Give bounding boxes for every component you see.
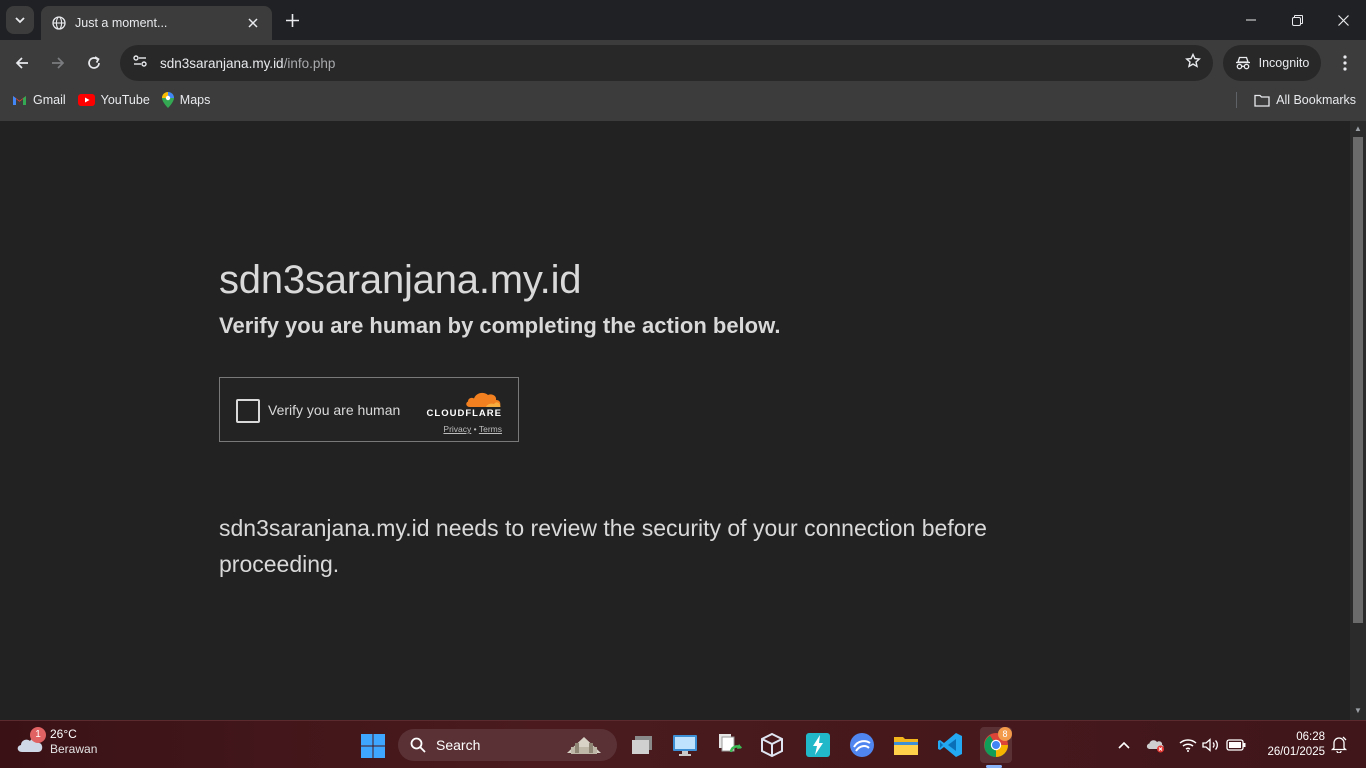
scroll-down-arrow-icon[interactable]: ▼: [1353, 706, 1363, 716]
weather-condition: Berawan: [50, 742, 98, 756]
file-sync-icon[interactable]: [716, 731, 744, 759]
incognito-icon: [1235, 56, 1250, 70]
toolbar: sdn3saranjana.my.id/info.php Incognito: [0, 40, 1366, 86]
notification-bell-icon[interactable]: [1330, 735, 1348, 754]
minimize-icon: [1246, 19, 1256, 21]
url-path: /info.php: [283, 55, 336, 71]
minimize-button[interactable]: [1231, 6, 1271, 34]
battery-icon[interactable]: [1225, 733, 1247, 757]
cloudflare-wordmark: CLOUDFLARE: [426, 408, 502, 419]
weather-badge: 1: [30, 727, 46, 743]
bookmark-label: YouTube: [100, 93, 150, 107]
bookmark-maps[interactable]: Maps: [161, 92, 211, 108]
site-title: sdn3saranjana.my.id: [219, 258, 582, 302]
wifi-icon[interactable]: [1178, 733, 1198, 757]
incognito-label: Incognito: [1258, 56, 1310, 70]
search-highlight-icon: [567, 737, 601, 754]
browser-menu-button[interactable]: [1331, 49, 1359, 77]
reload-icon: [88, 56, 100, 69]
more-vertical-icon: [1343, 55, 1347, 71]
address-bar[interactable]: sdn3saranjana.my.id/info.php: [120, 45, 1213, 81]
link-separator: •: [473, 424, 477, 434]
bookmark-gmail[interactable]: Gmail: [12, 93, 66, 107]
gmail-icon: [13, 96, 26, 105]
reload-button[interactable]: [80, 49, 108, 77]
incognito-indicator[interactable]: Incognito: [1223, 45, 1321, 81]
bookmark-youtube[interactable]: YouTube: [77, 93, 150, 107]
task-view-icon[interactable]: [628, 731, 656, 759]
weather-widget[interactable]: 1 26°C Berawan: [16, 727, 97, 757]
cloud-offline-icon[interactable]: [1145, 733, 1167, 757]
weather-text: 26°C Berawan: [50, 727, 97, 757]
windows-start-icon[interactable]: [360, 733, 386, 759]
system-clock[interactable]: 06:28 26/01/2025: [1255, 730, 1325, 760]
verify-checkbox[interactable]: [236, 399, 260, 423]
close-tab-icon[interactable]: [244, 14, 262, 32]
youtube-icon: [77, 94, 95, 106]
security-message: sdn3saranjana.my.id needs to review the …: [219, 515, 987, 577]
cloudflare-cloud-icon: [466, 392, 501, 407]
clock-time: 06:28: [1296, 731, 1325, 743]
bookmarks-divider: [1236, 92, 1237, 108]
clock-date: 26/01/2025: [1267, 746, 1325, 758]
challenge-header: sdn3saranjana.my.id Verify you are human…: [219, 258, 781, 339]
virtualbox-icon[interactable]: [758, 731, 786, 759]
remote-desktop-icon[interactable]: [671, 731, 699, 759]
lightning-app-icon[interactable]: [804, 731, 832, 759]
taskbar-search-box[interactable]: Search: [398, 729, 617, 761]
weather-temp: 26°C: [50, 727, 77, 741]
tab-strip: Just a moment...: [0, 0, 1366, 40]
scroll-up-arrow-icon[interactable]: ▲: [1353, 124, 1363, 134]
url-host: sdn3saranjana.my.id: [160, 55, 284, 71]
forward-button[interactable]: [44, 49, 72, 77]
terms-link[interactable]: Terms: [479, 424, 502, 434]
browser-chrome: Just a moment... sdn3saranjana.my.id/inf…: [0, 0, 1366, 121]
new-tab-button[interactable]: [280, 8, 304, 32]
back-button[interactable]: [8, 49, 36, 77]
verify-label[interactable]: Verify you are human: [268, 402, 400, 418]
chevron-up-icon[interactable]: [1114, 733, 1134, 757]
windows-taskbar: 1 26°C Berawan Search 8 06:28 26/01/2025: [0, 720, 1366, 768]
close-window-button[interactable]: [1323, 6, 1363, 34]
restore-button[interactable]: [1277, 6, 1317, 34]
turnstile-widget: Verify you are human CLOUDFLARE Privacy …: [219, 377, 519, 442]
all-bookmarks-label: All Bookmarks: [1276, 93, 1356, 107]
bookmarks-bar: Gmail YouTube Maps All Bookmarks: [0, 86, 1366, 114]
network-app-icon[interactable]: [848, 731, 876, 759]
search-label: Search: [436, 737, 481, 753]
arrow-right-icon: [52, 57, 65, 69]
globe-icon: [51, 15, 67, 31]
url-text[interactable]: sdn3saranjana.my.id/info.php: [160, 56, 1185, 71]
widget-links: Privacy • Terms: [426, 424, 502, 434]
all-bookmarks-button[interactable]: All Bookmarks: [1254, 86, 1356, 114]
privacy-link[interactable]: Privacy: [443, 424, 471, 434]
arrow-left-icon: [15, 57, 28, 69]
chevron-down-icon: [15, 17, 25, 24]
bookmark-star-icon[interactable]: [1185, 52, 1201, 74]
challenge-headline: Verify you are human by completing the a…: [219, 313, 781, 338]
chrome-badge: 8: [998, 727, 1012, 741]
vscode-icon[interactable]: [936, 731, 964, 759]
close-icon: [1337, 14, 1349, 26]
tab-title: Just a moment...: [75, 16, 168, 30]
folder-icon: [1254, 94, 1270, 107]
search-icon: [410, 737, 426, 753]
tab-search-button[interactable]: [6, 6, 34, 34]
page-scrollbar[interactable]: ▲ ▼: [1350, 121, 1366, 720]
bookmark-label: Maps: [179, 93, 211, 107]
restore-icon: [1291, 14, 1303, 26]
volume-icon[interactable]: [1201, 733, 1221, 757]
tab-active[interactable]: Just a moment...: [41, 6, 272, 40]
plus-icon: [285, 13, 299, 27]
scrollbar-thumb[interactable]: [1353, 137, 1363, 623]
site-info-icon[interactable]: [132, 53, 148, 74]
page-viewport: [0, 121, 1350, 720]
maps-pin-icon: [161, 92, 174, 108]
bookmark-label: Gmail: [33, 93, 66, 107]
file-explorer-icon[interactable]: [892, 731, 920, 759]
cloudflare-brand: CLOUDFLARE Privacy • Terms: [426, 390, 502, 434]
